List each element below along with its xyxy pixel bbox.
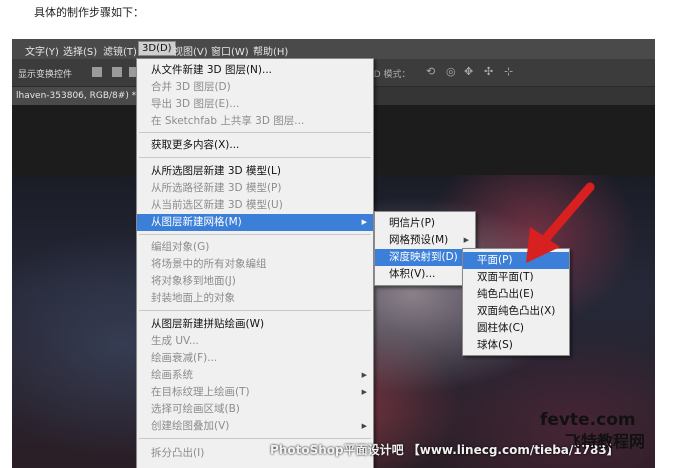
intro-text: 具体的制作步骤如下： [34,6,144,19]
watermark-fevte: fevte.com [540,410,636,430]
photoshop-window: 文字(Y) 选择(S) 滤镜(T) 3D(D) 视图(V) 窗口(W) 帮助(H… [12,39,655,468]
watermark-feite: 飞特教程网 [565,432,646,451]
red-arrow-annotation [526,182,595,263]
